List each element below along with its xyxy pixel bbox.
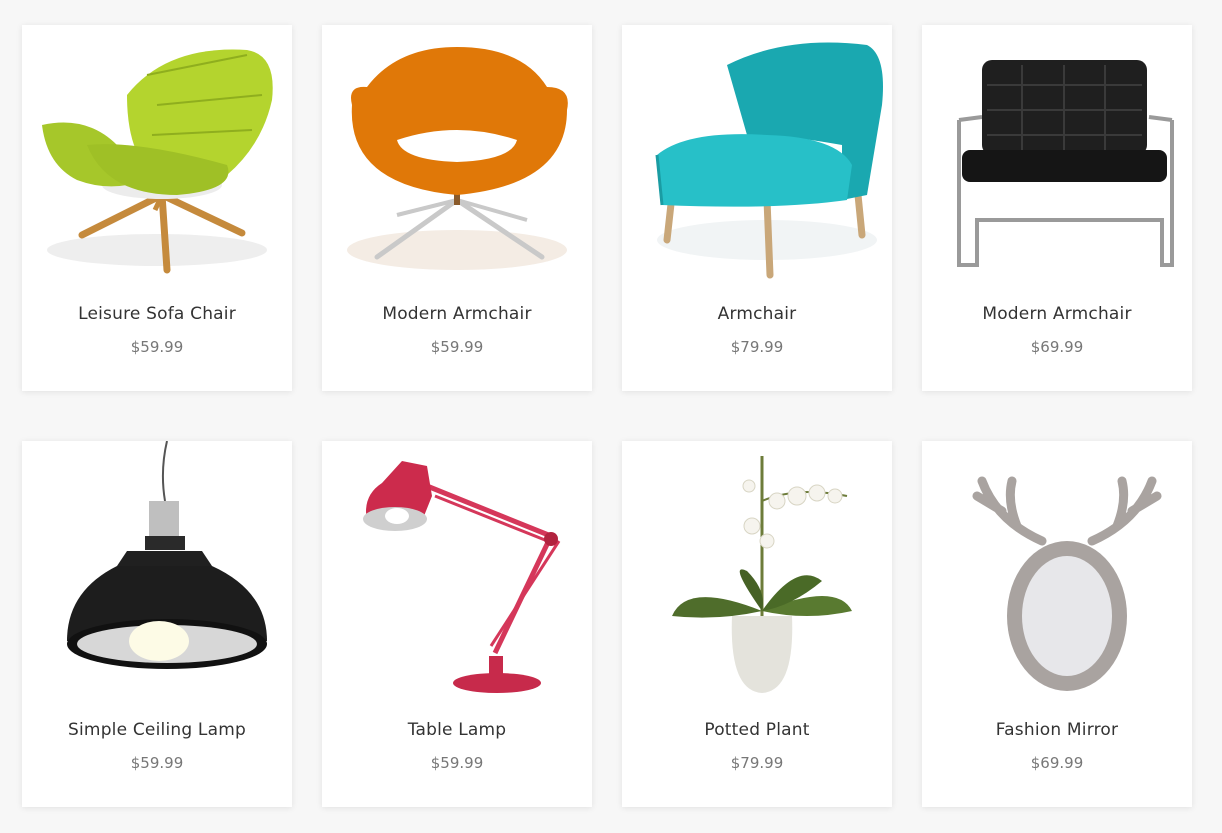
product-name[interactable]: Fashion Mirror xyxy=(922,720,1192,740)
product-price: $59.99 xyxy=(430,338,484,356)
product-card[interactable]: Potted Plant $79.99 xyxy=(622,441,892,807)
product-card[interactable]: Simple Ceiling Lamp $59.99 xyxy=(22,441,292,807)
product-price: $69.99 xyxy=(1030,754,1084,772)
product-name[interactable]: Armchair xyxy=(622,304,892,324)
product-name[interactable]: Potted Plant xyxy=(622,720,892,740)
teal-armchair-image xyxy=(622,25,892,285)
table-lamp-image xyxy=(322,441,592,701)
product-price: $69.99 xyxy=(1030,338,1084,356)
product-card[interactable]: Table Lamp $59.99 xyxy=(322,441,592,807)
black-leather-armchair-image xyxy=(922,25,1192,285)
fashion-mirror-image xyxy=(922,441,1192,701)
product-price: $59.99 xyxy=(130,754,184,772)
product-name[interactable]: Simple Ceiling Lamp xyxy=(22,720,292,740)
product-grid: Leisure Sofa Chair $59.99 Modern Armchai… xyxy=(0,0,1222,833)
product-card[interactable]: Modern Armchair $69.99 xyxy=(922,25,1192,391)
product-price: $59.99 xyxy=(430,754,484,772)
product-name[interactable]: Modern Armchair xyxy=(322,304,592,324)
product-name[interactable]: Leisure Sofa Chair xyxy=(22,304,292,324)
orange-armchair-image xyxy=(322,25,592,285)
product-card[interactable]: Fashion Mirror $69.99 xyxy=(922,441,1192,807)
ceiling-lamp-image xyxy=(22,441,292,701)
product-card[interactable]: Modern Armchair $59.99 xyxy=(322,25,592,391)
product-name[interactable]: Table Lamp xyxy=(322,720,592,740)
product-card[interactable]: Leisure Sofa Chair $59.99 xyxy=(22,25,292,391)
product-price: $79.99 xyxy=(730,754,784,772)
product-card[interactable]: Armchair $79.99 xyxy=(622,25,892,391)
potted-plant-image xyxy=(622,441,892,701)
product-price: $59.99 xyxy=(130,338,184,356)
product-price: $79.99 xyxy=(730,338,784,356)
leisure-sofa-chair-image xyxy=(22,25,292,285)
product-name[interactable]: Modern Armchair xyxy=(922,304,1192,324)
